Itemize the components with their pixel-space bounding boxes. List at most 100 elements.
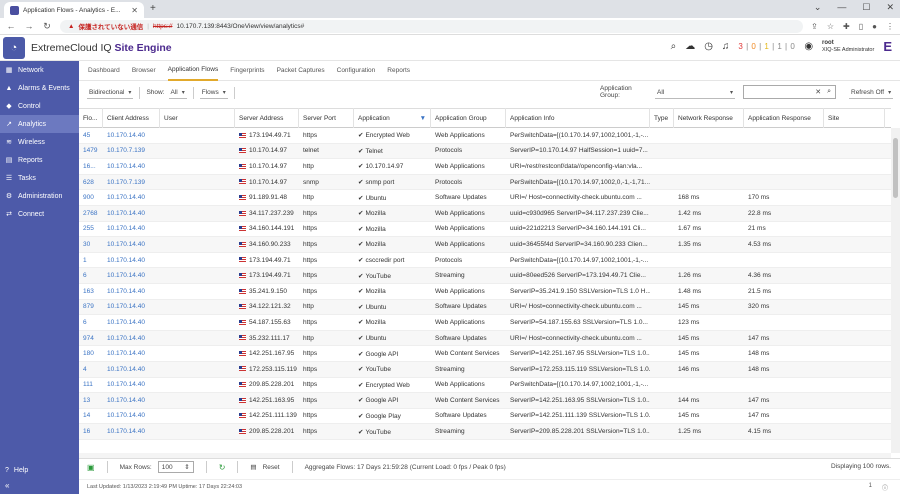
table-row[interactable]: 13 10.170.14.40 142.251.163.95 https ✔ Google… xyxy=(79,393,891,409)
tab-packet-captures[interactable]: Packet Captures xyxy=(277,61,325,81)
vertical-scrollbar[interactable] xyxy=(891,128,900,453)
user-info[interactable]: root XIQ-SE Administrator xyxy=(822,40,874,54)
column-header[interactable]: Application ▼ xyxy=(354,108,431,128)
table-row[interactable]: 900 10.170.14.40 91.189.91.48 http ✔ Ubuntu So… xyxy=(79,190,891,206)
table-row[interactable]: 6 10.170.14.40 173.194.49.71 https ✔ YouTube S… xyxy=(79,268,891,284)
direction-select[interactable]: Bidirectional ▾ xyxy=(87,87,134,99)
cell-value: ServerIP=54.187.155.63 SSLVersion=TLS 1.… xyxy=(510,318,648,326)
column-header[interactable]: Server Address xyxy=(235,108,299,128)
column-header[interactable]: Server Port xyxy=(299,108,354,128)
table-row[interactable]: 974 10.170.14.40 35.232.111.17 http ✔ Ubuntu S… xyxy=(79,330,891,347)
notification-count[interactable]: 1 xyxy=(869,483,872,492)
column-header[interactable]: Site xyxy=(824,108,885,128)
column-header[interactable]: Network Response xyxy=(674,108,744,128)
extensions-icon[interactable]: ✚ xyxy=(843,22,850,31)
table-row[interactable]: 30 10.170.14.40 34.160.90.233 https ✔ Mozilla… xyxy=(79,237,891,253)
reload-icon[interactable]: ↻ xyxy=(42,21,52,32)
sidebar-item-connect[interactable]: ⇄ Connect xyxy=(0,205,79,223)
tab-reports[interactable]: Reports xyxy=(387,61,410,81)
tab-dashboard[interactable]: Dashboard xyxy=(88,61,120,81)
table-row[interactable]: 255 10.170.14.40 34.160.144.191 https ✔ Mozil… xyxy=(79,222,891,238)
user-icon[interactable]: ◉ xyxy=(804,41,813,52)
help-link[interactable]: ? Help xyxy=(5,467,28,474)
us-flag-icon xyxy=(239,428,246,434)
clock-icon[interactable]: ◷ xyxy=(704,41,713,52)
column-header[interactable]: Client Address xyxy=(103,108,160,128)
table-row[interactable]: 2768 10.170.14.40 34.117.237.239 https ✔ Mozi… xyxy=(79,205,891,222)
chevron-down-icon[interactable]: ⌄ xyxy=(814,2,822,13)
stepper-icon[interactable]: ⇕ xyxy=(184,463,189,471)
table-row[interactable]: 6 10.170.14.40 54.187.155.63 https ✔ Mozilla W… xyxy=(79,315,891,331)
tab-browser[interactable]: Browser xyxy=(132,61,156,81)
collapse-sidebar-icon[interactable]: « xyxy=(5,481,9,490)
minimize-icon[interactable]: — xyxy=(837,2,846,13)
column-header[interactable]: Application Response xyxy=(744,108,824,128)
table-row[interactable]: 16... 10.170.14.40 10.170.14.97 http ✔ 10.170… xyxy=(79,159,891,175)
sidebar-item-alarms-events[interactable]: ▲ Alarms & Events xyxy=(0,79,79,97)
refresh-select[interactable]: Refresh Off ▾ xyxy=(849,87,894,99)
cloud-icon[interactable]: ☁ xyxy=(685,41,695,52)
close-window-icon[interactable]: ✕ xyxy=(886,2,894,13)
column-header[interactable]: User xyxy=(160,108,235,128)
star-icon[interactable]: ☆ xyxy=(827,22,834,31)
sidebar-item-wireless[interactable]: ≋ Wireless xyxy=(0,133,79,151)
app-group-select[interactable]: All ▾ xyxy=(655,87,735,99)
app-logo-icon[interactable]: ◔ xyxy=(3,36,25,59)
back-icon[interactable]: ← xyxy=(6,21,16,31)
max-rows-stepper[interactable]: 100 ⇕ xyxy=(157,461,194,473)
sort-icon[interactable]: ▼ xyxy=(420,115,426,122)
tab-fingerprints[interactable]: Fingerprints xyxy=(230,61,264,81)
table-row[interactable]: 879 10.170.14.40 34.122.121.32 http ✔ Ubuntu S… xyxy=(79,299,891,316)
reset-icon[interactable]: ▤ xyxy=(250,463,256,471)
tab-configuration[interactable]: Configuration xyxy=(337,61,376,81)
clear-icon[interactable]: ✕ xyxy=(815,88,821,96)
sidebar-item-control[interactable]: ◆ Control xyxy=(0,97,79,115)
column-header[interactable]: Type xyxy=(650,108,674,128)
table-row[interactable]: 4 10.170.14.40 172.253.115.119 https ✔ YouTub… xyxy=(79,361,891,378)
alarm-counts[interactable]: 3 | 0 | 1 | 1 | 0 xyxy=(738,42,795,51)
table-row[interactable]: 14 10.170.14.40 142.251.111.139 https ✔ Googl… xyxy=(79,409,891,425)
table-row[interactable]: 45 10.170.14.40 173.194.49.71 https ✔ Encrypt… xyxy=(79,128,891,144)
table-row[interactable]: 1 10.170.14.40 173.194.49.71 https ✔ csccredi… xyxy=(79,253,891,269)
split-icon[interactable]: ▯ xyxy=(859,22,863,31)
sidebar-item-tasks[interactable]: ☰ Tasks xyxy=(0,169,79,187)
column-header[interactable]: Flo... xyxy=(79,108,103,128)
url-field[interactable]: ▲ 保護されていない通信 | https://10.170.7.139:8443… xyxy=(60,19,804,33)
reset-button[interactable]: Reset xyxy=(263,464,280,471)
table-row[interactable]: 180 10.170.14.40 142.251.167.95 https ✔ Googl… xyxy=(79,346,891,362)
info-icon[interactable]: ⓘ xyxy=(882,483,888,492)
maximize-icon[interactable]: ☐ xyxy=(862,2,870,13)
refresh-icon[interactable]: ↻ xyxy=(219,463,226,472)
sidebar-item-reports[interactable]: ▤ Reports xyxy=(0,151,79,169)
menu-icon[interactable]: ⋮ xyxy=(886,22,894,31)
column-header[interactable]: Application Group xyxy=(431,108,506,128)
table-row[interactable]: 628 10.170.7.139 10.170.14.97 snmp ✔ snmp por… xyxy=(79,174,891,191)
table-row[interactable]: 111 10.170.14.40 209.85.228.201 https ✔ Encry… xyxy=(79,378,891,394)
forward-icon[interactable]: → xyxy=(24,21,34,31)
table-row[interactable]: 163 10.170.14.40 35.241.9.150 https ✔ Mozilla… xyxy=(79,284,891,300)
search-input[interactable]: ✕ ⌕ xyxy=(743,85,836,99)
flows-select[interactable]: Flows ▾ xyxy=(199,87,228,99)
chevron-down-icon: ▾ xyxy=(888,90,892,96)
check-icon: ✔ xyxy=(358,210,364,218)
new-tab-icon[interactable]: + xyxy=(150,3,156,14)
show-select[interactable]: All ▾ xyxy=(168,87,187,99)
sidebar-item-analytics[interactable]: ↗ Analytics xyxy=(0,115,79,133)
column-header[interactable]: Application Info xyxy=(506,108,650,128)
table-row[interactable]: 1479 10.170.7.139 10.170.14.97 telnet ✔ Telne… xyxy=(79,143,891,160)
profile-icon[interactable]: ● xyxy=(872,22,877,31)
close-icon[interactable]: ✕ xyxy=(131,6,138,15)
export-icon[interactable]: ▣ xyxy=(87,463,95,472)
share-icon[interactable]: ⇪ xyxy=(811,22,818,31)
scroll-thumb[interactable] xyxy=(893,138,898,198)
table-cell: 1479 xyxy=(79,147,103,154)
tab-application-flows[interactable]: Application Flows xyxy=(167,61,219,81)
bell-icon[interactable]: ♫ xyxy=(722,41,730,52)
sidebar-item-administration[interactable]: ⚙ Administration xyxy=(0,187,79,205)
search-icon[interactable]: ⌕ xyxy=(671,41,677,52)
favicon-icon xyxy=(10,5,19,15)
search-icon[interactable]: ⌕ xyxy=(827,88,831,96)
browser-tab[interactable]: Application Flows - Analytics - E... ✕ xyxy=(4,2,144,18)
table-row[interactable]: 16 10.170.14.40 209.85.228.201 https ✔ YouTub… xyxy=(79,424,891,440)
sidebar-item-network[interactable]: ▦ Network xyxy=(0,61,79,79)
